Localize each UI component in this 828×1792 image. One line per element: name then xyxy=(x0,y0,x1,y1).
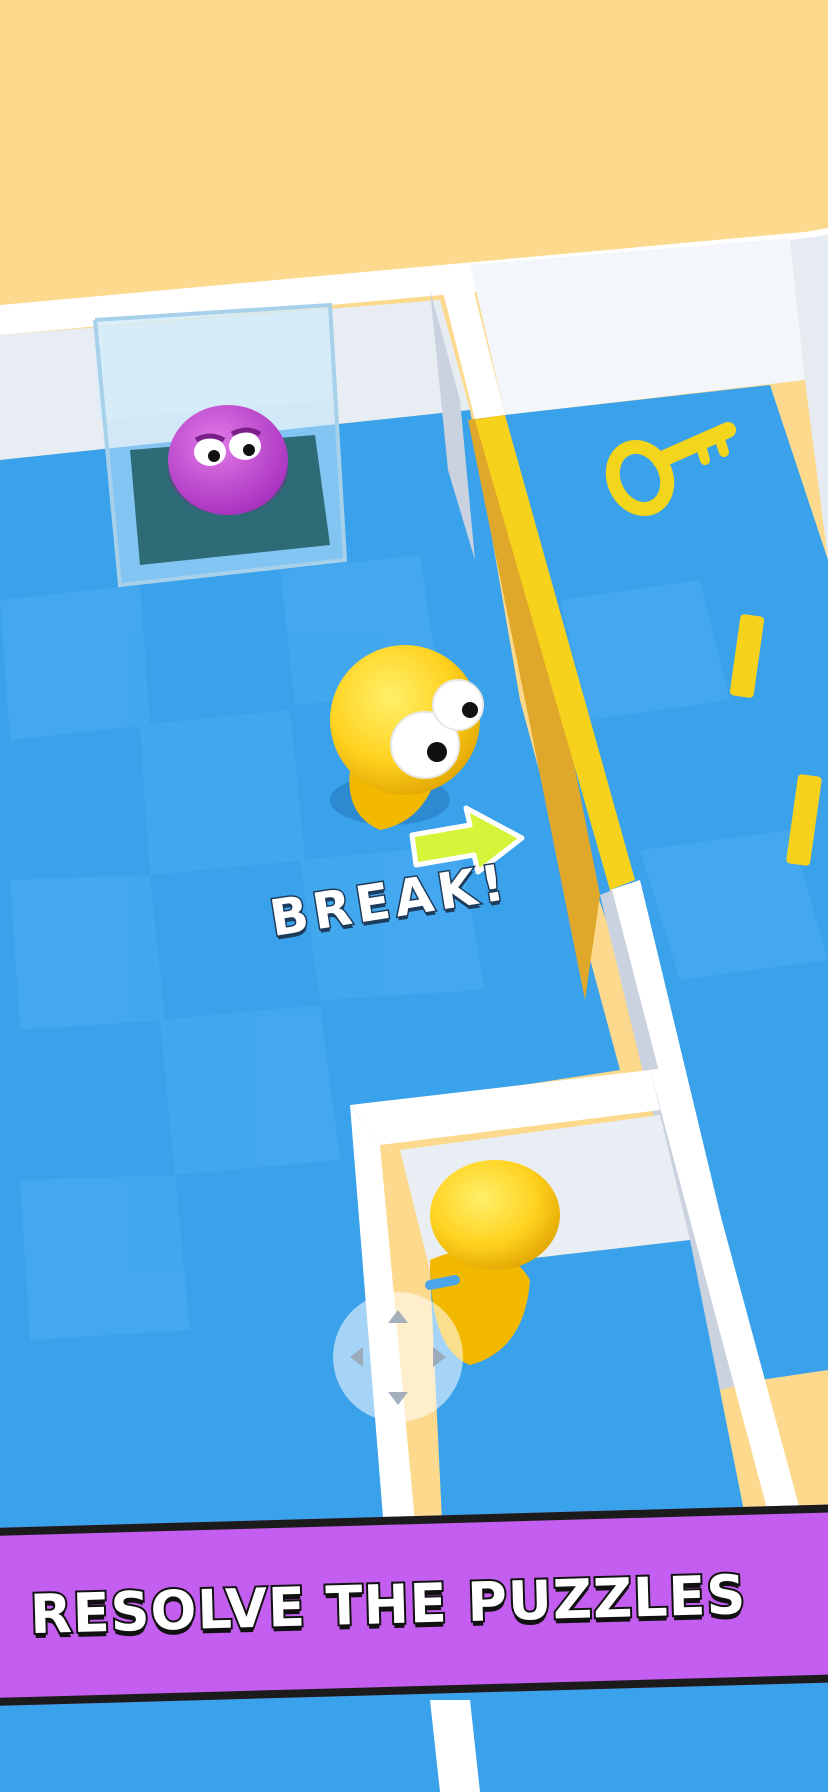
dpad-icon[interactable] xyxy=(333,1292,463,1422)
trapped-purple-character xyxy=(168,405,288,515)
